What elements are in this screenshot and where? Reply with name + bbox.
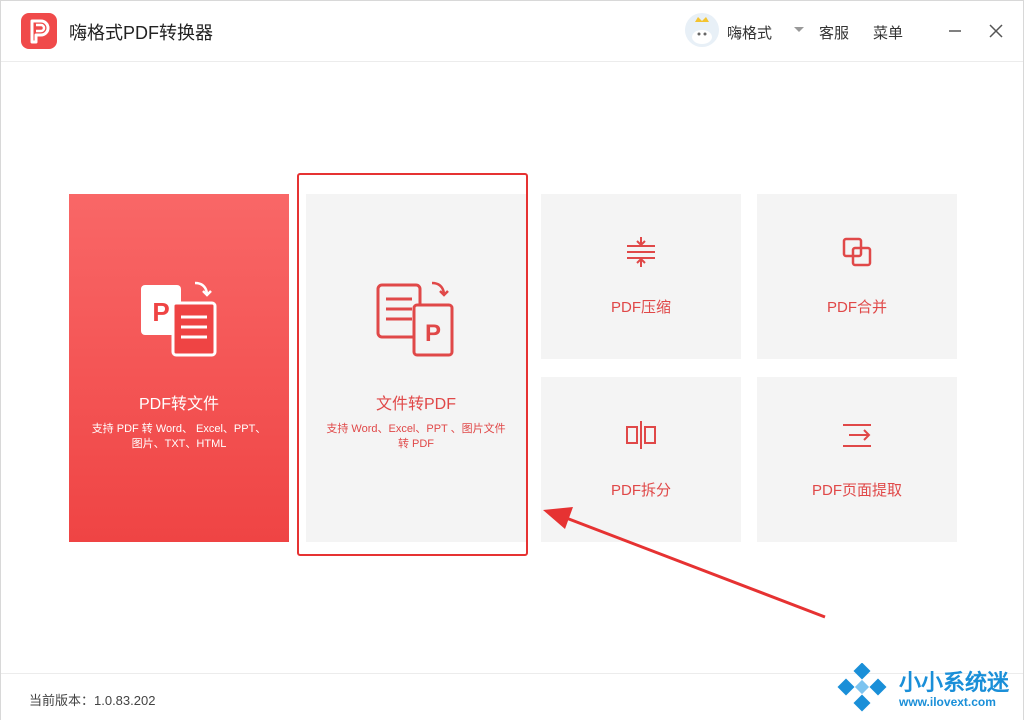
minimize-icon[interactable] — [945, 21, 965, 41]
version-label: 当前版本：1.0.83.202 — [29, 693, 156, 708]
tile-description: 支持 PDF 转 Word、 Excel、PPT、图片、TXT、HTML — [91, 423, 267, 450]
user-name[interactable]: 嗨格式 — [727, 22, 772, 43]
pdf-to-file-tile[interactable]: P PDF转文件 支持 PDF 转 Word、 Excel、PPT、图片、TXT… — [69, 194, 289, 542]
tile-title: PDF合并 — [826, 299, 887, 316]
menu-button[interactable]: 菜单 — [873, 22, 903, 43]
tile-title: PDF转文件 — [138, 396, 219, 413]
tile-title: PDF页面提取 — [811, 482, 902, 499]
pdf-logo-icon — [21, 13, 57, 49]
pdf-compress-tile[interactable]: PDF压缩 — [541, 194, 741, 359]
support-button[interactable]: 客服 — [819, 22, 849, 43]
pdf-to-document-icon: P — [139, 279, 219, 359]
app-title: 嗨格式PDF转换器 — [69, 23, 213, 43]
svg-text:P: P — [152, 297, 169, 327]
watermark-name: 小小系统迷 — [899, 670, 1010, 695]
close-icon[interactable] — [986, 21, 1006, 41]
merge-icon — [841, 236, 873, 268]
compress-icon — [625, 236, 657, 268]
annotation-arrow — [543, 507, 826, 619]
page-extract-icon — [841, 419, 873, 451]
caret-down-icon[interactable] — [791, 21, 807, 37]
user-avatar[interactable] — [685, 13, 719, 47]
tile-title: PDF拆分 — [610, 482, 671, 499]
pdf-merge-tile[interactable]: PDF合并 — [757, 194, 957, 359]
highlight-frame — [297, 173, 528, 556]
tile-title: PDF压缩 — [610, 299, 671, 316]
split-icon — [625, 419, 657, 451]
watermark-url: www.ilovext.com — [899, 695, 996, 709]
title-bar: 嗨格式PDF转换器 嗨格式 客服 菜单 — [1, 1, 1023, 62]
app-window: 嗨格式PDF转换器 嗨格式 客服 菜单 P PDF转文件 支持 PDF 转 Wo… — [0, 0, 1024, 720]
watermark-logo-icon — [835, 662, 889, 713]
